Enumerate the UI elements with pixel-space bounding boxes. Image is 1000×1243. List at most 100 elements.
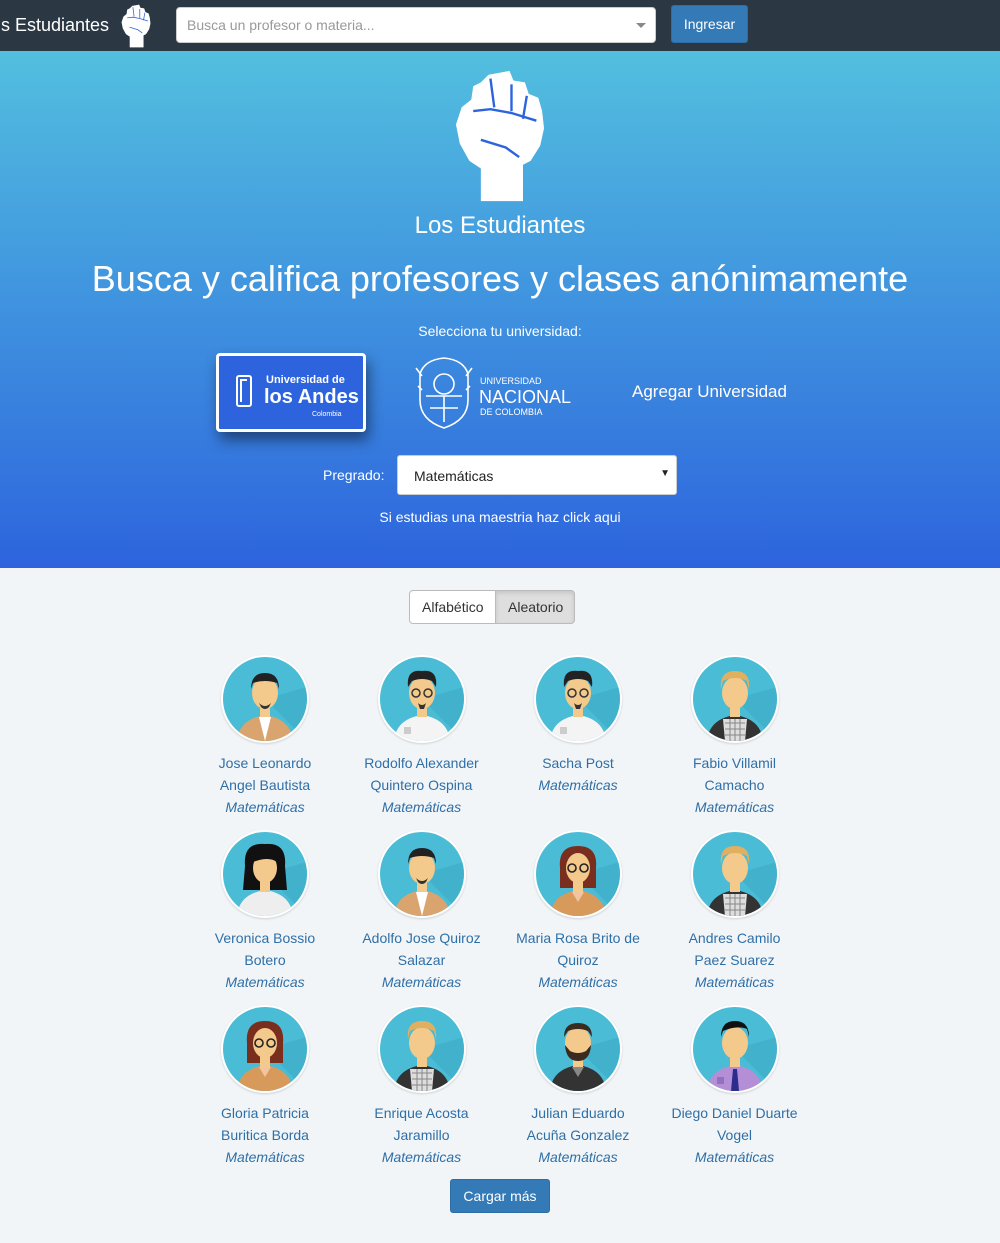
professor-department[interactable]: Matemáticas [187,796,343,818]
professor-name[interactable]: Diego Daniel Duarte Vogel [657,1102,813,1146]
avatar[interactable] [377,655,466,743]
avatar[interactable] [690,1005,779,1093]
professor-department[interactable]: Matemáticas [500,971,656,993]
professor-name-line[interactable]: Camacho [657,774,813,796]
man-blond-vest-icon [379,1007,464,1091]
professor-name-line[interactable]: Acuña Gonzalez [500,1124,656,1146]
avatar[interactable] [534,655,622,743]
professor-name[interactable]: Maria Rosa Brito de Quiroz [500,927,656,971]
professor-name[interactable]: Enrique Acosta Jaramillo [344,1102,500,1146]
professor-name-line[interactable]: Rodolfo Alexander [344,752,500,774]
man-glasses-white-shirt-icon [379,657,464,741]
university-option-andes[interactable]: Universidad de los Andes Colombia [216,353,366,432]
load-more-button[interactable]: Cargar más [450,1179,550,1213]
avatar[interactable] [221,655,309,743]
professor-name-line[interactable]: Botero [187,949,343,971]
hero-title: Busca y califica profesores y clases anó… [91,258,909,299]
professor-department[interactable]: Matemáticas [500,774,656,796]
avatar[interactable] [690,655,779,743]
professor-name[interactable]: Fabio Villamil Camacho [657,752,813,796]
professor-card[interactable]: Maria Rosa Brito de Quiroz Matemáticas [500,830,656,993]
professor-name-line[interactable]: Andres Camilo [657,927,813,949]
search-box[interactable] [176,7,656,43]
avatar[interactable] [221,830,309,918]
professor-name-line[interactable]: Diego Daniel Duarte [657,1102,813,1124]
professor-card[interactable]: Fabio Villamil Camacho Matemáticas [657,655,813,818]
professor-card[interactable]: Adolfo Jose Quiroz Salazar Matemáticas [344,830,500,993]
woman-glasses-brown-icon [223,1007,307,1091]
professor-card[interactable]: Julian Eduardo Acuña Gonzalez Matemáticas [500,1005,656,1168]
man-blond-vest-icon [692,657,777,741]
professor-department[interactable]: Matemáticas [657,796,813,818]
professor-department[interactable]: Matemáticas [657,971,813,993]
add-university-link[interactable]: Agregar Universidad [632,382,787,402]
professor-name-line[interactable]: Quintero Ospina [344,774,500,796]
man-glasses-white-shirt-icon [536,657,620,741]
professor-name[interactable]: Andres Camilo Paez Suarez [657,927,813,971]
professor-name-line[interactable]: Julian Eduardo [500,1102,656,1124]
professor-name[interactable]: Jose Leonardo Angel Bautista [187,752,343,796]
professor-card[interactable]: Sacha Post Matemáticas [500,655,656,796]
professor-name[interactable]: Gloria Patricia Buritica Borda [187,1102,343,1146]
professor-department[interactable]: Matemáticas [344,1146,500,1168]
professor-department[interactable]: Matemáticas [187,971,343,993]
navbar-brand-text[interactable]: s Estudiantes [1,15,109,36]
professor-name[interactable]: Veronica Bossio Botero [187,927,343,971]
professor-name-line[interactable]: Salazar [344,949,500,971]
professor-card[interactable]: Andres Camilo Paez Suarez Matemáticas [657,830,813,993]
professor-name-line[interactable]: Paez Suarez [657,949,813,971]
professor-name-line[interactable]: Angel Bautista [187,774,343,796]
woman-glasses-brown-icon [536,832,620,916]
hero-section: Los Estudiantes Busca y califica profeso… [0,51,1000,568]
professor-name-line[interactable]: Enrique Acosta [344,1102,500,1124]
professor-card[interactable]: Gloria Patricia Buritica Borda Matemáticas [187,1005,343,1168]
professor-name-line[interactable]: Sacha Post [500,752,656,774]
professor-department[interactable]: Matemáticas [500,1146,656,1168]
avatar[interactable] [534,830,622,918]
professor-card[interactable]: Enrique Acosta Jaramillo Matemáticas [344,1005,500,1168]
professor-name-line[interactable]: Buritica Borda [187,1124,343,1146]
man-purple-shirt-tie-icon [692,1007,777,1091]
professor-card[interactable]: Veronica Bossio Botero Matemáticas [187,830,343,993]
professor-name-line[interactable]: Veronica Bossio [187,927,343,949]
professor-card[interactable]: Jose Leonardo Angel Bautista Matemáticas [187,655,343,818]
university-option-nacional[interactable]: UNIVERSIDAD NACIONAL DE COLOMBIA [414,356,584,430]
avatar[interactable] [221,1005,309,1093]
professor-card[interactable]: Rodolfo Alexander Quintero Ospina Matemáti… [344,655,500,818]
svg-text:DE COLOMBIA: DE COLOMBIA [480,407,543,417]
sort-alphabetical-button[interactable]: Alfabético [409,590,496,624]
chevron-down-icon[interactable] [636,23,646,28]
professor-name[interactable]: Sacha Post [500,752,656,774]
professor-card[interactable]: Diego Daniel Duarte Vogel Matemáticas [657,1005,813,1168]
professor-name-line[interactable]: Vogel [657,1124,813,1146]
login-button[interactable]: Ingresar [671,5,748,43]
professor-department[interactable]: Matemáticas [657,1146,813,1168]
professor-department[interactable]: Matemáticas [344,971,500,993]
navbar-brand[interactable]: s Estudiantes [0,0,154,51]
avatar[interactable] [690,830,779,918]
avatar[interactable] [377,1005,466,1093]
professor-name[interactable]: Adolfo Jose Quiroz Salazar [344,927,500,971]
professor-name[interactable]: Julian Eduardo Acuña Gonzalez [500,1102,656,1146]
professor-name-line[interactable]: Quiroz [500,949,656,971]
fist-logo-icon[interactable] [118,4,154,48]
professor-name-line[interactable]: Gloria Patricia [187,1102,343,1124]
maestria-link[interactable]: Si estudias una maestria haz click aqui [0,509,1000,525]
professor-name-line[interactable]: Fabio Villamil [657,752,813,774]
sort-random-button[interactable]: Aleatorio [495,590,575,624]
professor-name-line[interactable]: Jose Leonardo [187,752,343,774]
hero-brand-name: Los Estudiantes [414,212,586,239]
man-beard-tan-shirt-icon [223,657,307,741]
professor-name-line[interactable]: Jaramillo [344,1124,500,1146]
avatar[interactable] [377,830,466,918]
professor-department[interactable]: Matemáticas [344,796,500,818]
pregrado-select[interactable]: Matemáticas ▼ [397,455,677,495]
caret-down-icon[interactable]: ▼ [660,468,670,479]
avatar[interactable] [534,1005,622,1093]
professor-name-line[interactable]: Maria Rosa Brito de [500,927,656,949]
search-input[interactable] [177,8,617,42]
professor-name-line[interactable]: Adolfo Jose Quiroz [344,927,500,949]
professor-name[interactable]: Rodolfo Alexander Quintero Ospina [344,752,500,796]
professor-department[interactable]: Matemáticas [187,1146,343,1168]
pregrado-selected-value[interactable]: Matemáticas [414,468,493,484]
